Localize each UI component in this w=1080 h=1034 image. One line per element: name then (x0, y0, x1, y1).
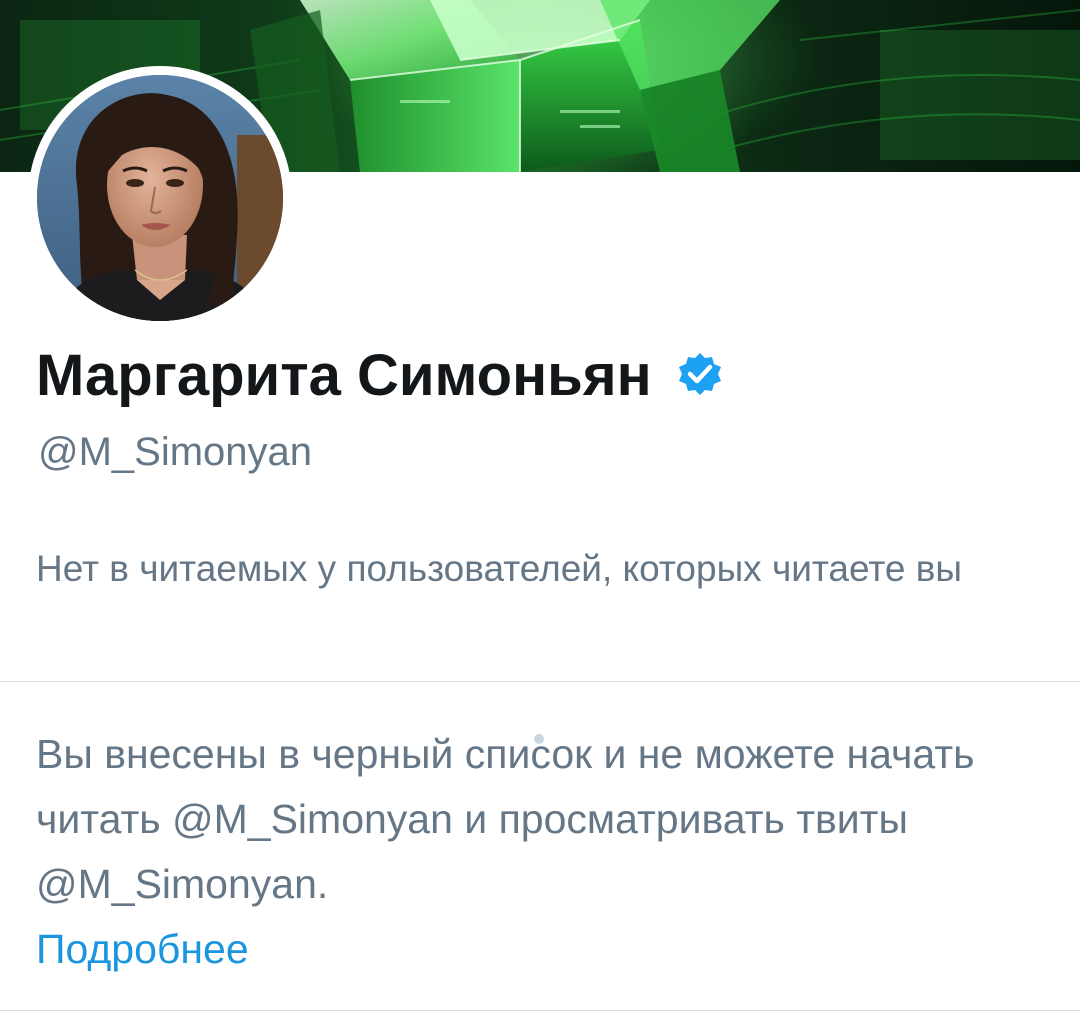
profile-name-row: Маргарита Симоньян (36, 330, 724, 420)
divider (0, 681, 1080, 682)
verified-badge-icon (676, 351, 724, 399)
blocked-notice-text: Вы внесены в черный список и не можете н… (36, 731, 975, 907)
scroll-indicator-dot (534, 734, 544, 744)
profile-handle: @M_Simonyan (38, 430, 313, 474)
follow-context-text: Нет в читаемых у пользователей, которых … (36, 548, 962, 589)
display-name: Маргарита Симоньян (36, 342, 652, 408)
learn-more-link[interactable]: Подробнее (36, 917, 1016, 982)
profile-page: Маргарита Симоньян @M_Simonyan Нет в чит… (0, 0, 1080, 1034)
avatar-image (37, 75, 283, 321)
divider-bottom (0, 1010, 1080, 1011)
avatar[interactable] (37, 75, 283, 321)
blocked-notice: Вы внесены в черный список и не можете н… (36, 722, 1016, 982)
avatar-border (28, 66, 292, 330)
